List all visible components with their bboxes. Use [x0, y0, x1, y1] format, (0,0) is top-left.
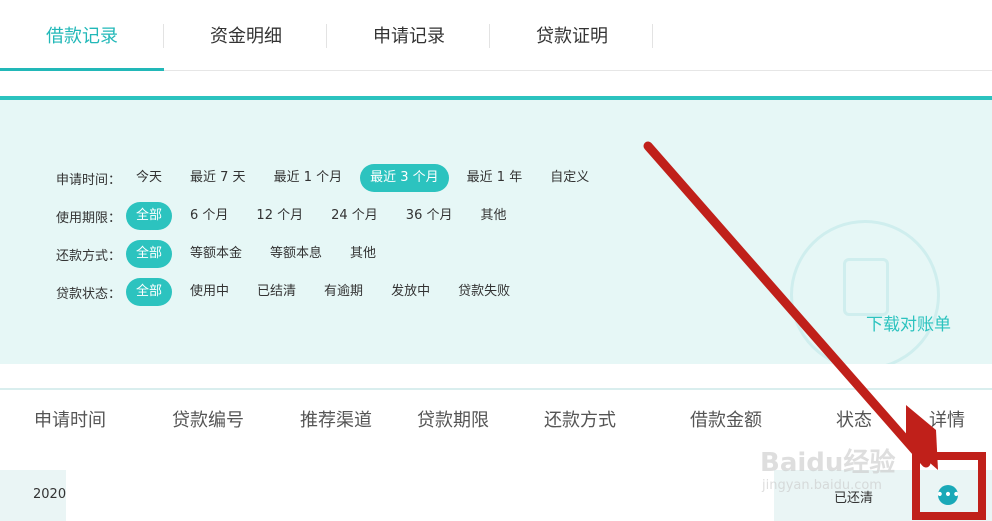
filter-option[interactable]: 最近 7 天	[180, 164, 256, 192]
tab-bar: 借款记录 资金明细 申请记录 贷款证明	[0, 0, 992, 71]
filter-label: 贷款状态：	[56, 286, 122, 302]
filter-option[interactable]: 最近 1 个月	[264, 164, 353, 192]
filter-option[interactable]: 发放中	[381, 278, 440, 306]
filter-option-selected[interactable]: 全部	[126, 278, 173, 306]
more-icon[interactable]: •••	[936, 485, 960, 505]
filter-panel: 申请时间： 今天 最近 7 天 最近 1 个月 最近 3 个月 最近 1 年 自…	[0, 96, 992, 364]
filter-option[interactable]: 24 个月	[321, 202, 388, 230]
filter-option[interactable]: 有逾期	[314, 278, 373, 306]
download-statement-link[interactable]: 下载对账单	[866, 310, 951, 335]
filter-option[interactable]: 其他	[340, 240, 386, 268]
column-header: 详情	[929, 410, 965, 431]
filter-option[interactable]: 等额本息	[260, 240, 332, 268]
filter-option-selected[interactable]: 全部	[126, 202, 173, 230]
column-header: 贷款编号	[172, 410, 244, 431]
row-date: 2020	[33, 487, 67, 502]
filter-option[interactable]: 使用中	[180, 278, 239, 306]
column-header: 状态	[836, 410, 872, 431]
column-header: 借款金额	[690, 410, 762, 431]
filter-option[interactable]: 12 个月	[246, 202, 313, 230]
filter-term: 使用期限： 全部 6 个月 12 个月 24 个月 36 个月 其他	[56, 202, 525, 230]
filter-option[interactable]: 贷款失败	[448, 278, 520, 306]
table-top-border	[0, 388, 992, 390]
filter-option[interactable]: 其他	[470, 202, 516, 230]
column-header: 申请时间	[34, 410, 106, 431]
tab-divider	[652, 24, 653, 48]
filter-option[interactable]: 36 个月	[396, 202, 463, 230]
column-header: 还款方式	[544, 410, 616, 431]
tab-loan-certificate[interactable]: 贷款证明	[490, 0, 654, 70]
tab-fund-details[interactable]: 资金明细	[164, 0, 328, 70]
column-header: 推荐渠道	[300, 410, 372, 431]
filter-option[interactable]: 自定义	[540, 164, 599, 192]
filter-option[interactable]: 等额本金	[180, 240, 252, 268]
filter-option[interactable]: 最近 1 年	[457, 164, 533, 192]
document-watermark-icon	[843, 258, 889, 316]
filter-label: 申请时间：	[56, 172, 122, 188]
filter-option[interactable]: 已结清	[247, 278, 306, 306]
filter-repayment: 还款方式： 全部 等额本金 等额本息 其他	[56, 240, 394, 268]
tab-application-records[interactable]: 申请记录	[327, 0, 491, 70]
filter-option-selected[interactable]: 最近 3 个月	[360, 164, 449, 192]
filter-label: 使用期限：	[56, 210, 122, 226]
filter-option[interactable]: 今天	[126, 164, 172, 192]
filter-apply-time: 申请时间： 今天 最近 7 天 最近 1 个月 最近 3 个月 最近 1 年 自…	[56, 164, 607, 192]
column-header: 贷款期限	[417, 410, 489, 431]
baidu-watermark-url: jingyan.baidu.com	[762, 478, 882, 493]
baidu-watermark: Baidu经验	[760, 448, 896, 478]
filter-label: 还款方式：	[56, 248, 122, 264]
filter-option-selected[interactable]: 全部	[126, 240, 173, 268]
filter-status: 贷款状态： 全部 使用中 已结清 有逾期 发放中 贷款失败	[56, 278, 528, 306]
filter-option[interactable]: 6 个月	[180, 202, 238, 230]
tab-loan-records[interactable]: 借款记录	[0, 0, 164, 71]
